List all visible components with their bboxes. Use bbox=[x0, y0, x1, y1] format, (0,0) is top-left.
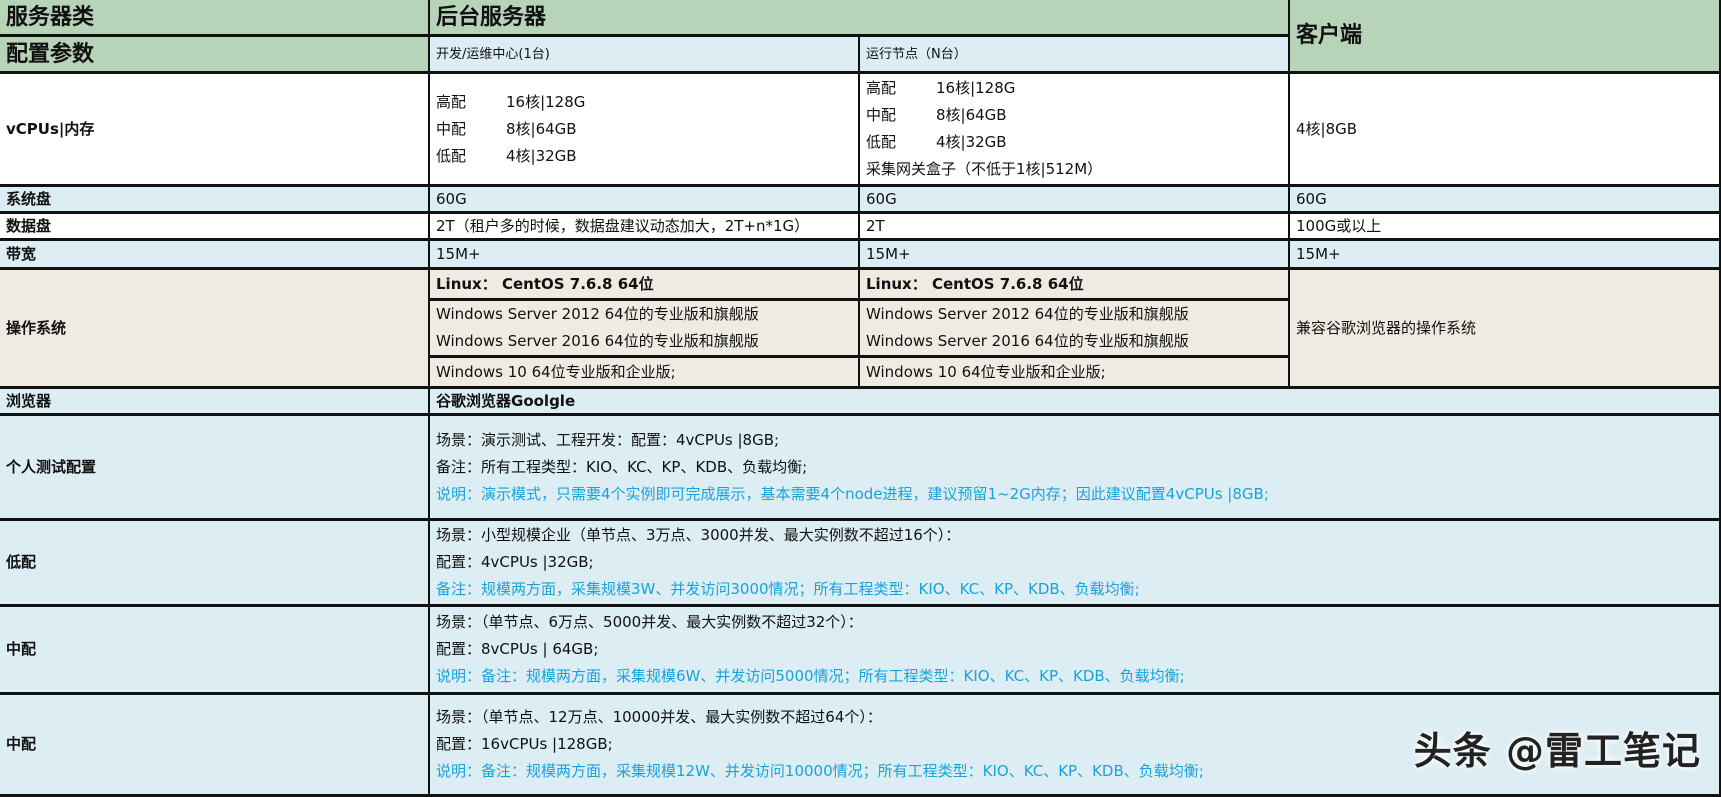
row-label-vcpu: vCPUs|内存 bbox=[0, 74, 430, 187]
os-node-linux: Linux： CentOS 7.6.8 64位 bbox=[860, 270, 1290, 301]
header-server-class: 服务器类 bbox=[0, 0, 430, 37]
row-label-sysdisk: 系统盘 bbox=[0, 187, 430, 214]
header-backend: 后台服务器 bbox=[430, 0, 1290, 37]
row-label-personal: 个人测试配置 bbox=[0, 416, 430, 521]
note-line: 说明：备注：规模两方面，采集规模6W、并发访问5000情况；所有工程类型：KIO… bbox=[436, 667, 1185, 685]
remark-line: 备注：所有工程类型：KIO、KC、KP、KDB、负载均衡; bbox=[436, 457, 808, 476]
bandwidth-node: 15M+ bbox=[860, 241, 1290, 270]
os-node-windows-server: Windows Server 2012 64位的专业版和旗舰版 Windows S… bbox=[860, 301, 1290, 358]
os-win2012: Windows Server 2012 64位的专业版和旗舰版 bbox=[866, 305, 1189, 323]
tier-line: 高配 16核|128G bbox=[436, 89, 852, 116]
tier-line: 中配 8核|64GB bbox=[436, 116, 852, 143]
sysdisk-node: 60G bbox=[860, 187, 1290, 214]
row-label-high: 中配 bbox=[0, 695, 430, 797]
row-label-os: 操作系统 bbox=[0, 270, 430, 389]
low-cell: 场景：小型规模企业（单节点、3万点、3000并发、最大实例数不超过16个）： 配… bbox=[430, 521, 1721, 607]
header-config-params: 配置参数 bbox=[0, 37, 430, 74]
sysdisk-client: 60G bbox=[1290, 187, 1721, 214]
scenario-line: 场景：小型规模企业（单节点、3万点、3000并发、最大实例数不超过16个）： bbox=[436, 526, 961, 544]
tier-line: 中配 8核|64GB bbox=[866, 102, 1282, 129]
tier-line: 低配 4核|32GB bbox=[866, 129, 1282, 156]
tier-value: 16核|128G bbox=[506, 92, 586, 111]
os-dev-win10: Windows 10 64位专业版和企业版; bbox=[430, 358, 860, 389]
row-label-low: 低配 bbox=[0, 521, 430, 607]
os-win2016: Windows Server 2016 64位的专业版和旗舰版 bbox=[436, 332, 759, 350]
note-line: 备注：规模两方面，采集规模3W、并发访问3000情况；所有工程类型：KIO、KC… bbox=[436, 580, 1140, 598]
tier: 中配 bbox=[436, 119, 467, 138]
tier-value: 4核|32GB bbox=[936, 133, 1007, 151]
config-line: 配置：4vCPUs |32GB; bbox=[436, 553, 594, 571]
row-label-datadisk: 数据盘 bbox=[0, 214, 430, 241]
bandwidth-dev: 15M+ bbox=[430, 241, 860, 270]
header-dev-center: 开发/运维中心(1台) bbox=[430, 37, 860, 74]
tier-value: 8核|64GB bbox=[936, 106, 1007, 124]
os-client: 兼容谷歌浏览器的操作系统 bbox=[1290, 270, 1721, 389]
vcpu-dev-cell: 高配 16核|128G 中配 8核|64GB 低配 4核|32GB bbox=[430, 74, 860, 187]
tier: 低配 bbox=[866, 133, 897, 151]
tier-value: 16核|128G bbox=[936, 79, 1016, 97]
datadisk-dev: 2T（租户多的时候，数据盘建议动态加大，2T+n*1G） bbox=[430, 214, 860, 241]
note-line: 说明：演示模式，只需要4个实例即可完成展示，基本需要4个node进程，建议预留1… bbox=[436, 484, 1269, 503]
row-label-bandwidth: 带宽 bbox=[0, 241, 430, 270]
tier-value: 8核|64GB bbox=[506, 119, 577, 138]
vcpu-node-cell: 高配 16核|128G 中配 8核|64GB 低配 4核|32GB 采集网关盒子（不低… bbox=[860, 74, 1290, 187]
gateway-box-spec: 采集网关盒子（不低于1核|512M） bbox=[866, 160, 1103, 178]
scenario-line: 场景：（单节点、6万点、5000并发、最大实例数不超过32个）： bbox=[436, 613, 863, 631]
os-win2016: Windows Server 2016 64位的专业版和旗舰版 bbox=[866, 332, 1189, 350]
bandwidth-client: 15M+ bbox=[1290, 241, 1721, 270]
sysdisk-dev: 60G bbox=[430, 187, 860, 214]
tier-line: 低配 4核|32GB bbox=[436, 143, 852, 170]
browser-value: 谷歌浏览器Goolgle bbox=[430, 389, 1721, 416]
header-run-node: 运行节点（N台） bbox=[860, 37, 1290, 74]
tier-value: 4核|32GB bbox=[506, 146, 577, 165]
vcpu-client-cell: 4核|8GB bbox=[1290, 74, 1721, 187]
header-client: 客户端 bbox=[1290, 0, 1721, 74]
tier: 高配 bbox=[866, 79, 897, 97]
row-label-browser: 浏览器 bbox=[0, 389, 430, 416]
os-win2012: Windows Server 2012 64位的专业版和旗舰版 bbox=[436, 305, 759, 323]
os-dev-linux: Linux： CentOS 7.6.8 64位 bbox=[430, 270, 860, 301]
datadisk-node: 2T bbox=[860, 214, 1290, 241]
mid-cell: 场景：（单节点、6万点、5000并发、最大实例数不超过32个）： 配置：8vCP… bbox=[430, 607, 1721, 695]
os-node-win10: Windows 10 64位专业版和企业版; bbox=[860, 358, 1290, 389]
tier: 中配 bbox=[866, 106, 897, 124]
tier: 低配 bbox=[436, 146, 467, 165]
tier: 高配 bbox=[436, 92, 467, 111]
os-dev-windows-server: Windows Server 2012 64位的专业版和旗舰版 Windows S… bbox=[430, 301, 860, 358]
personal-cell: 场景：演示测试、工程开发：配置：4vCPUs |8GB; 备注：所有工程类型：K… bbox=[430, 416, 1721, 521]
watermark: 头条 @雷工笔记 bbox=[1413, 729, 1701, 773]
datadisk-client: 100G或以上 bbox=[1290, 214, 1721, 241]
tier-line: 高配 16核|128G bbox=[866, 75, 1282, 102]
scenario-line: 场景：演示测试、工程开发：配置：4vCPUs |8GB; bbox=[436, 430, 780, 449]
row-label-mid: 中配 bbox=[0, 607, 430, 695]
config-line: 配置：8vCPUs | 64GB; bbox=[436, 640, 599, 658]
